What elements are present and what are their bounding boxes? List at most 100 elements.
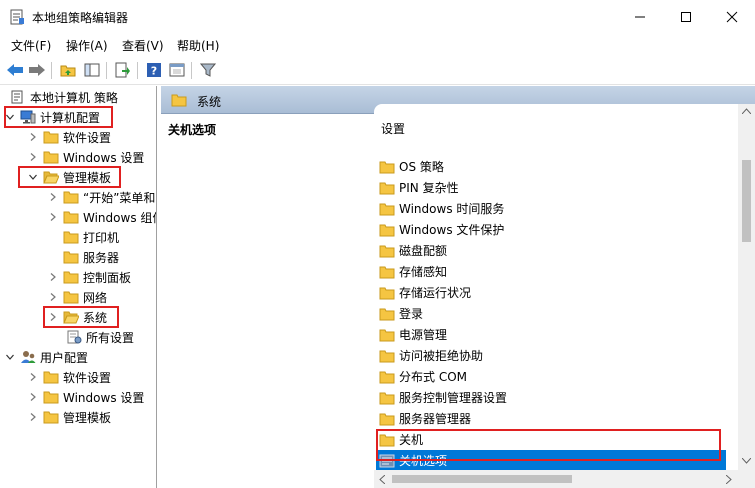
up-folder-button[interactable] (58, 60, 78, 80)
folder-icon (63, 291, 79, 304)
list-item[interactable]: 分布式 COM (376, 366, 726, 387)
list-item[interactable]: 存储运行状况 (376, 282, 726, 303)
list-item[interactable]: 存储感知 (376, 261, 726, 282)
chevron-down-icon[interactable] (5, 112, 15, 122)
list-item[interactable]: 服务器管理器 (376, 408, 726, 429)
tree-expander[interactable] (27, 127, 39, 147)
tree-expander[interactable] (47, 267, 59, 287)
list-item[interactable]: 磁盘配额 (376, 240, 726, 261)
vertical-scrollbar[interactable] (738, 104, 755, 470)
filter-button[interactable] (198, 60, 218, 80)
tree-item[interactable]: 计算机配置 (4, 107, 100, 127)
tree-item[interactable]: 打印机 (47, 227, 119, 247)
list-item[interactable]: 电源管理 (376, 324, 726, 345)
chevron-right-icon[interactable] (48, 192, 58, 202)
list-item-label: Windows 文件保护 (399, 223, 505, 237)
tree-expander[interactable] (27, 387, 39, 407)
tree-item-label: “开始”菜单和 (83, 190, 156, 205)
help-icon: ? (147, 63, 161, 78)
tree-expander[interactable] (47, 207, 59, 227)
tree-item[interactable]: 用户配置 (4, 347, 88, 367)
tree-item[interactable]: Windows 设置 (27, 147, 144, 167)
tree-expander[interactable] (27, 147, 39, 167)
chevron-down-icon[interactable] (5, 352, 15, 362)
menu-file[interactable]: 文件(F) (11, 37, 51, 54)
menu-help[interactable]: 帮助(H) (177, 37, 219, 54)
tree-item[interactable]: “开始”菜单和 (47, 187, 155, 207)
column-header-setting[interactable]: 设置 (381, 120, 405, 137)
tree-expander[interactable] (27, 167, 39, 187)
folder-icon (379, 329, 395, 341)
forward-button[interactable] (27, 60, 47, 80)
tree-item[interactable]: 网络 (47, 287, 107, 307)
folder-icon (379, 350, 395, 362)
tree-pane: 本地计算机 策略 计算机配置 软件设置 Windows 设置 管理模板 “开始”菜单和 Wi… (0, 86, 157, 488)
tree-item[interactable]: 管理模板 (27, 167, 111, 187)
tree-item[interactable]: Windows 组件 (47, 207, 157, 227)
tree-item[interactable]: 本地计算机 策略 (4, 87, 118, 107)
menu-action[interactable]: 操作(A) (66, 37, 108, 54)
tree-item-label: 本地计算机 策略 (30, 90, 118, 105)
list-item-label: 服务器管理器 (399, 412, 472, 426)
list-item[interactable]: 登录 (376, 303, 726, 324)
show-hide-tree-button[interactable] (82, 60, 102, 80)
scroll-down-icon[interactable] (742, 458, 751, 464)
tree-expander[interactable] (4, 107, 16, 127)
tree-item[interactable]: 软件设置 (27, 367, 111, 387)
menu-view[interactable]: 查看(V) (122, 37, 164, 54)
tree-expander[interactable] (47, 187, 59, 207)
chevron-right-icon[interactable] (48, 212, 58, 222)
tree-item[interactable]: 软件设置 (27, 127, 111, 147)
list-item[interactable]: OS 策略 (376, 156, 726, 177)
svg-text:?: ? (151, 65, 157, 78)
export-list-icon (115, 62, 130, 78)
list-item[interactable]: PIN 复杂性 (376, 177, 726, 198)
tree-item[interactable]: Windows 设置 (27, 387, 144, 407)
chevron-right-icon[interactable] (28, 372, 38, 382)
tree-item[interactable]: 控制面板 (47, 267, 131, 287)
tree-expander[interactable] (4, 347, 16, 367)
maximize-button[interactable] (663, 0, 709, 34)
tree-item[interactable]: 所有设置 (66, 327, 134, 347)
chevron-right-icon[interactable] (28, 152, 38, 162)
chevron-down-icon[interactable] (28, 172, 38, 182)
tree-item-label: 服务器 (83, 250, 120, 265)
chevron-right-icon[interactable] (48, 272, 58, 282)
list-item[interactable]: 关机选项 (376, 450, 726, 471)
chevron-right-icon[interactable] (28, 132, 38, 142)
chevron-right-icon[interactable] (48, 292, 58, 302)
close-button[interactable] (709, 0, 755, 34)
tree-item-label: Windows 组件 (83, 210, 157, 225)
tree-expander[interactable] (47, 307, 59, 327)
horizontal-scrollbar[interactable] (374, 470, 738, 488)
list-item[interactable]: 关机 (376, 429, 726, 450)
help-button[interactable]: ? (144, 60, 164, 80)
toolbar: ? (0, 57, 755, 85)
vertical-scroll-thumb[interactable] (742, 160, 751, 242)
chevron-right-icon[interactable] (28, 392, 38, 402)
tree-expander[interactable] (27, 407, 39, 427)
tree-item[interactable]: 服务器 (47, 247, 119, 267)
list-item[interactable]: Windows 时间服务 (376, 198, 726, 219)
back-arrow-icon (7, 64, 23, 76)
chevron-right-icon[interactable] (28, 412, 38, 422)
horizontal-scroll-thumb[interactable] (392, 475, 572, 483)
tree-item[interactable]: 管理模板 (27, 407, 111, 427)
tree-expander[interactable] (47, 287, 59, 307)
scroll-left-icon[interactable] (379, 475, 385, 484)
properties-button[interactable] (167, 60, 187, 80)
chevron-right-icon[interactable] (48, 312, 58, 322)
export-list-button[interactable] (113, 60, 133, 80)
minimize-button[interactable] (617, 0, 663, 34)
tree-item[interactable]: 系统 (47, 307, 107, 327)
scroll-right-icon[interactable] (726, 475, 732, 484)
scroll-up-icon[interactable] (742, 108, 751, 114)
tree-item-label: 所有设置 (86, 330, 135, 345)
back-button[interactable] (5, 60, 25, 80)
folder-icon (379, 434, 395, 446)
list-item[interactable]: 服务控制管理器设置 (376, 387, 726, 408)
tree-expander[interactable] (27, 367, 39, 387)
list-item[interactable]: Windows 文件保护 (376, 219, 726, 240)
folder-icon (379, 203, 395, 215)
list-item[interactable]: 访问被拒绝协助 (376, 345, 726, 366)
